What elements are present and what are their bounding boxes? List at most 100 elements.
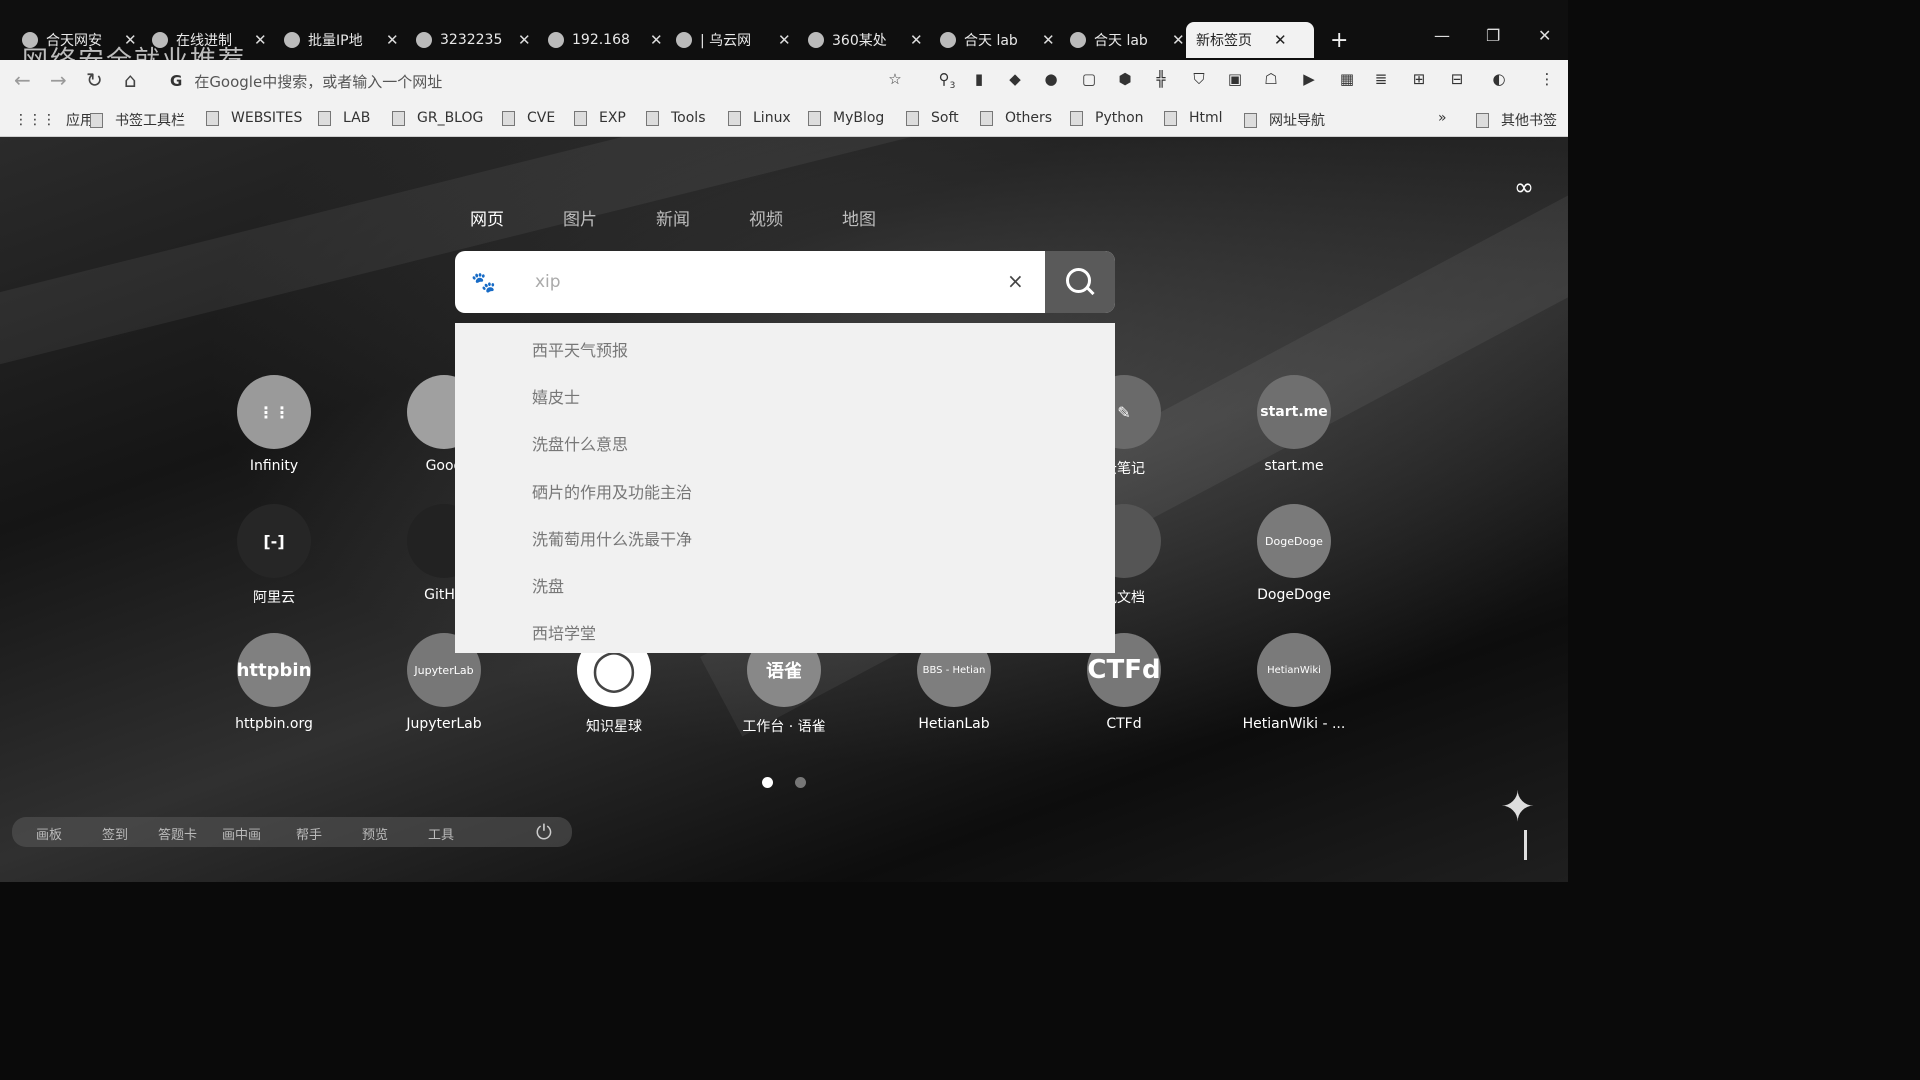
close-icon[interactable]: ✕ (650, 31, 663, 49)
star-icon[interactable]: ☆ (886, 70, 904, 88)
dock-item-pip[interactable]: 画中画 (222, 824, 261, 843)
close-icon[interactable]: ✕ (386, 31, 399, 49)
suggestion-item[interactable]: 洗盘什么意思 (532, 431, 628, 455)
bookmark-folder[interactable]: Python (1070, 110, 1144, 126)
extension-icon[interactable]: ▣ (1226, 70, 1244, 88)
extension-icon[interactable]: ▢ (1080, 70, 1098, 88)
tab-web[interactable]: 网页 (470, 205, 563, 230)
close-icon[interactable]: ✕ (778, 31, 791, 49)
back-icon[interactable]: ← (14, 68, 31, 92)
close-icon[interactable]: ✕ (518, 31, 531, 49)
suggestion-item[interactable]: 西平天气预报 (532, 337, 628, 361)
search-input[interactable] (533, 271, 1007, 293)
suggestion-item[interactable]: 洗葡萄用什么洗最干净 (532, 526, 692, 550)
suggestion-item[interactable]: 嬉皮士 (532, 384, 580, 408)
baidu-paw-icon[interactable]: 🐾 (471, 270, 496, 294)
extension-icon[interactable]: ╬ (1152, 70, 1170, 88)
bookmark-folder[interactable]: Linux (728, 110, 791, 126)
shortcut-tile[interactable]: httpbin httpbin.org (199, 633, 349, 732)
bookmark-folder[interactable]: GR_BLOG (392, 110, 483, 126)
close-window-button[interactable]: ✕ (1538, 26, 1551, 45)
extension-icon[interactable]: ▮ (970, 70, 988, 88)
extension-icon[interactable]: ◆ (1006, 70, 1024, 88)
menu-icon[interactable]: ⋮ (1538, 70, 1556, 88)
extension-icon[interactable]: ⬢ (1116, 70, 1134, 88)
tab-video[interactable]: 视频 (749, 205, 842, 230)
clear-icon[interactable]: × (1007, 269, 1024, 293)
extension-icon[interactable]: ⊞ (1410, 70, 1428, 88)
extension-icon[interactable]: ▦ (1338, 70, 1356, 88)
google-favicon-icon (416, 32, 432, 48)
filter-icon[interactable]: ⛉ (1190, 70, 1208, 88)
minimize-button[interactable]: — (1434, 26, 1450, 45)
browser-tab[interactable]: 360某处 ✕ (808, 22, 923, 58)
bookmark-folder[interactable]: EXP (574, 110, 626, 126)
other-bookmarks[interactable]: 其他书签 (1476, 110, 1557, 130)
tab-map[interactable]: 地图 (842, 205, 935, 230)
restore-button[interactable]: ❐ (1486, 26, 1500, 45)
dock-item-helper[interactable]: 帮手 (296, 824, 322, 843)
browser-tab[interactable]: 3232235 ✕ (416, 22, 531, 58)
close-icon[interactable]: ✕ (1172, 31, 1185, 49)
browser-tab-active[interactable]: 新标签页 ✕ (1186, 22, 1314, 58)
bookmark-folder[interactable]: 书签工具栏 (90, 110, 185, 130)
close-icon[interactable]: ✕ (910, 31, 923, 49)
browser-tab[interactable]: 192.168 ✕ (548, 22, 663, 58)
new-tab-button[interactable]: + (1330, 28, 1348, 53)
shortcut-tile[interactable]: HetianWiki HetianWiki - ... (1219, 633, 1369, 732)
bookmarks-overflow[interactable]: » (1438, 110, 1447, 126)
browser-tab[interactable]: 合天 lab ✕ (940, 22, 1055, 58)
bookmark-folder[interactable]: MyBlog (808, 110, 884, 126)
extension-icon[interactable]: ≣ (1372, 70, 1390, 88)
extension-icon[interactable]: ⚲3 (938, 70, 956, 91)
dock-item-preview[interactable]: 预览 (362, 824, 388, 843)
search-suggestions: 西平天气预报 嬉皮士 洗盘什么意思 硒片的作用及功能主治 洗葡萄用什么洗最干净 … (455, 323, 1115, 653)
shortcut-tile[interactable]: [-] 阿里云 (199, 504, 349, 607)
apps-bookmark[interactable]: ⋮⋮⋮ 应用 (14, 110, 94, 130)
bookmark-folder[interactable]: Others (980, 110, 1052, 126)
tab-images[interactable]: 图片 (563, 205, 656, 230)
record-icon[interactable]: ● (1042, 70, 1060, 88)
shortcut-tile[interactable]: start.me start.me (1219, 375, 1369, 474)
page-dot[interactable] (762, 777, 773, 788)
suggestion-item[interactable]: 西培学堂 (532, 620, 596, 644)
folder-icon (392, 110, 405, 126)
browser-tab[interactable]: | 乌云网 ✕ (676, 22, 791, 58)
close-icon[interactable]: ✕ (1042, 31, 1055, 49)
shortcut-tile[interactable]: DogeDoge DogeDoge (1219, 504, 1369, 603)
bookmark-folder[interactable]: LAB (318, 110, 370, 126)
dock-item-tools[interactable]: 工具 (428, 824, 454, 843)
bookmark-folder[interactable]: WEBSITES (206, 110, 302, 126)
forward-icon[interactable]: → (50, 68, 67, 92)
bookmark-folder[interactable]: Soft (906, 110, 959, 126)
dock-item-answer-card[interactable]: 答题卡 (158, 824, 197, 843)
extension-icon[interactable]: ◐ (1490, 70, 1508, 88)
suggestion-item[interactable]: 硒片的作用及功能主治 (532, 479, 692, 503)
bookmarks-bar: ⋮⋮⋮ 应用 书签工具栏 WEBSITES LAB GR_BLOG CVE EXP… (0, 102, 1568, 137)
reload-icon[interactable]: ↻ (86, 68, 103, 92)
browser-tab[interactable]: 合天 lab ✕ (1070, 22, 1185, 58)
close-icon[interactable]: ✕ (254, 31, 267, 49)
extension-icon[interactable]: ⊟ (1448, 70, 1466, 88)
search-button[interactable] (1045, 251, 1115, 313)
tab-news[interactable]: 新闻 (656, 205, 749, 230)
folder-icon (318, 110, 331, 126)
bookmark-folder[interactable]: Tools (646, 110, 706, 126)
bookmark-folder[interactable]: CVE (502, 110, 555, 126)
address-bar[interactable]: G 在Google中搜索，或者输入一个网址 (170, 68, 442, 94)
dock-item-canvas[interactable]: 画板 (36, 824, 62, 843)
bookmark-folder[interactable]: 网址导航 (1244, 110, 1325, 130)
power-icon[interactable]: ⏻ (536, 820, 552, 844)
shortcut-tile[interactable]: ⋮⋮ Infinity (199, 375, 349, 474)
dock-item-checkin[interactable]: 签到 (102, 824, 128, 843)
suggestion-item[interactable]: 洗盘 (532, 573, 564, 597)
bookmark-folder[interactable]: Html (1164, 110, 1223, 126)
close-icon[interactable]: ✕ (1274, 31, 1287, 49)
startme-icon: start.me (1257, 375, 1331, 449)
infinity-logo-icon[interactable]: ∞ (1514, 173, 1534, 201)
home-icon[interactable]: ⌂ (124, 68, 137, 92)
play-icon[interactable]: ▶ (1300, 70, 1318, 88)
browser-tab[interactable]: 批量IP地 ✕ (284, 22, 399, 58)
extension-icon[interactable]: ☖ (1262, 70, 1280, 88)
page-dot[interactable] (795, 777, 806, 788)
